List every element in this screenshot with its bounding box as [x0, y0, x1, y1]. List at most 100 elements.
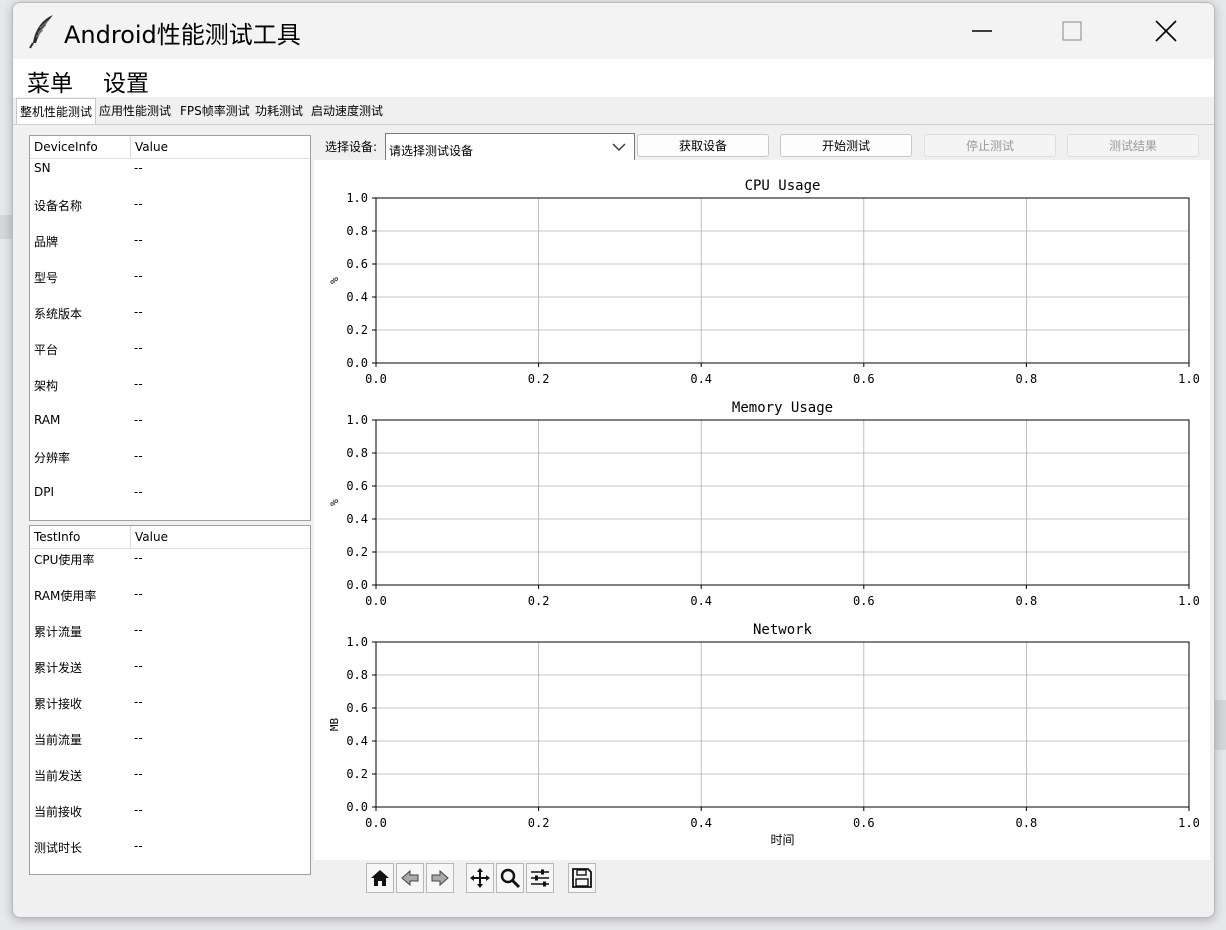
y-tick-label: 0.6	[346, 479, 368, 493]
device-info-table[interactable]: DeviceInfo Value SN -- 设备名称 -- 品牌 -- 型号 -- 系…	[29, 135, 311, 521]
row-value: --	[134, 767, 143, 781]
table-row[interactable]: RAM --	[30, 411, 310, 447]
menu-item-menu[interactable]: 菜单	[27, 64, 73, 98]
close-button[interactable]	[1143, 11, 1189, 51]
device-select[interactable]: 请选择测试设备	[385, 133, 635, 162]
table-row[interactable]: 累计接收 --	[30, 693, 310, 729]
row-key: 分辨率	[34, 451, 71, 465]
home-icon	[371, 870, 389, 886]
x-tick-label: 1.0	[1178, 594, 1200, 608]
x-tick-label: 0.8	[1016, 372, 1038, 386]
table-row[interactable]: 分辨率 --	[30, 447, 310, 483]
y-axis-label: %	[328, 277, 341, 284]
row-value: --	[134, 587, 143, 601]
row-value: --	[134, 731, 143, 745]
row-value: --	[134, 161, 143, 175]
table-row[interactable]: 品牌 --	[30, 231, 310, 267]
back-button[interactable]	[396, 863, 424, 893]
column-header[interactable]: Value	[131, 526, 168, 548]
column-header[interactable]: Value	[131, 136, 168, 158]
home-button[interactable]	[366, 863, 394, 893]
table-row[interactable]: 累计流量 --	[30, 621, 310, 657]
zoom-button[interactable]	[496, 863, 524, 893]
table-row[interactable]: 当前流量 --	[30, 729, 310, 765]
maximize-icon	[1062, 21, 1082, 41]
save-icon	[572, 868, 592, 888]
table-row[interactable]: 当前接收 --	[30, 801, 310, 837]
table-row[interactable]: RAM使用率 --	[30, 585, 310, 621]
y-tick-label: 0.0	[346, 578, 368, 592]
x-tick-label: 1.0	[1178, 816, 1200, 830]
table-row[interactable]: CPU使用率 --	[30, 549, 310, 585]
table-row[interactable]: 型号 --	[30, 267, 310, 303]
table-row[interactable]: 累计发送 --	[30, 657, 310, 693]
tab-app-performance[interactable]: 应用性能测试	[96, 100, 174, 122]
row-key: 累计接收	[34, 697, 83, 711]
table-row[interactable]: 平台 --	[30, 339, 310, 375]
row-value: --	[134, 305, 143, 319]
charts-svg[interactable]: CPU Usage 0.0 0.2 0.4 0.6 0.8 1.0 0.0 0.2 0.4 0.6 0…	[314, 160, 1210, 860]
plot-canvas[interactable]: CPU Usage 0.0 0.2 0.4 0.6 0.8 1.0 0.0 0.2 0.4 0.6 0…	[314, 160, 1210, 860]
tab-power-test[interactable]: 功耗测试	[252, 100, 306, 122]
maximize-button[interactable]	[1049, 11, 1095, 51]
device-select-value: 请选择测试设备	[389, 144, 474, 158]
minimize-button[interactable]	[959, 11, 1005, 51]
row-key: 架构	[34, 379, 59, 393]
y-tick-label: 1.0	[346, 413, 368, 427]
test-result-button[interactable]: 测试结果	[1067, 134, 1199, 157]
feather-icon	[29, 15, 53, 49]
y-tick-label: 0.0	[346, 356, 368, 370]
x-tick-label: 0.6	[853, 594, 875, 608]
column-header[interactable]: TestInfo	[30, 526, 131, 548]
row-value: --	[134, 695, 143, 709]
tab-startup-speed-test[interactable]: 启动速度测试	[308, 100, 386, 122]
table-row[interactable]: 系统版本 --	[30, 303, 310, 339]
chart-title: Network	[753, 622, 813, 638]
table-row[interactable]: DPI --	[30, 483, 310, 519]
y-axis-label: %	[328, 499, 341, 506]
menu-bar: 菜单 设置	[13, 59, 1214, 97]
menu-item-settings[interactable]: 设置	[103, 64, 149, 98]
zoom-icon	[500, 868, 521, 889]
start-test-button[interactable]: 开始测试	[780, 134, 912, 157]
table-row[interactable]: 设备名称 --	[30, 195, 310, 231]
row-key: 累计流量	[34, 625, 83, 639]
row-value: --	[134, 341, 143, 355]
row-value: --	[134, 197, 143, 211]
stop-test-button[interactable]: 停止测试	[924, 134, 1056, 157]
row-key: RAM使用率	[34, 589, 97, 603]
chart-title: CPU Usage	[745, 178, 821, 194]
window-title: Android性能测试工具	[64, 21, 301, 49]
save-button[interactable]	[568, 863, 596, 893]
test-info-table[interactable]: TestInfo Value CPU使用率 -- RAM使用率 -- 累计流量 -- …	[29, 525, 311, 875]
row-key: 当前流量	[34, 733, 83, 747]
chevron-down-icon	[612, 143, 626, 151]
forward-button[interactable]	[426, 863, 454, 893]
axes-frame	[375, 419, 1190, 586]
axes-frame	[375, 641, 1190, 808]
y-tick-label: 0.4	[346, 512, 368, 526]
app-window: Android性能测试工具 菜单 设置 整机性能测试 应用性能测试 FPS帧率测…	[12, 2, 1215, 918]
tab-device-performance[interactable]: 整机性能测试	[16, 98, 97, 124]
row-value: --	[134, 659, 143, 673]
row-key: DPI	[34, 485, 55, 499]
column-header[interactable]: DeviceInfo	[30, 136, 131, 158]
x-tick-label: 0.6	[853, 372, 875, 386]
row-key: 当前接收	[34, 805, 83, 819]
tab-fps-test[interactable]: FPS帧率测试	[177, 100, 253, 122]
row-value: --	[134, 377, 143, 391]
pan-icon	[470, 868, 490, 888]
y-tick-label: 1.0	[346, 635, 368, 649]
row-key: 当前发送	[34, 769, 83, 783]
y-tick-label: 0.0	[346, 800, 368, 814]
table-row[interactable]: SN --	[30, 159, 310, 195]
y-tick-label: 0.8	[346, 446, 368, 460]
get-device-button[interactable]: 获取设备	[637, 134, 769, 157]
table-row[interactable]: 当前发送 --	[30, 765, 310, 801]
table-row[interactable]: 架构 --	[30, 375, 310, 411]
table-row[interactable]: 测试时长 --	[30, 837, 310, 873]
configure-subplots-button[interactable]	[526, 863, 554, 893]
configure-subplots-icon	[531, 869, 549, 887]
x-tick-label: 0.4	[690, 372, 712, 386]
pan-button[interactable]	[466, 863, 494, 893]
